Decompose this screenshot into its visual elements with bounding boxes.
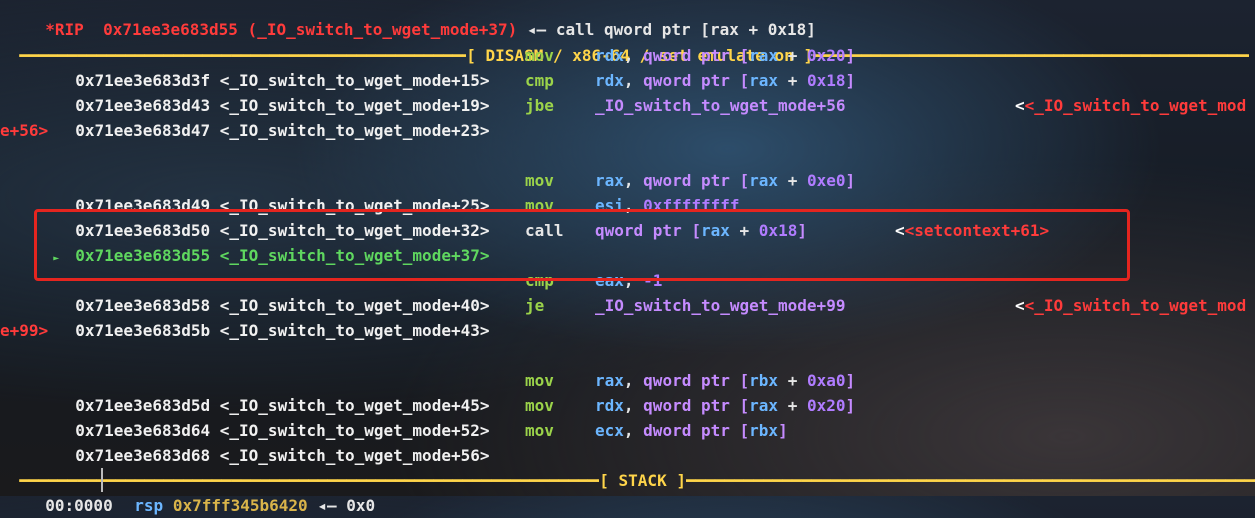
jump-comment-wrap: e+99>	[0, 321, 49, 340]
instruction-row[interactable]: 0x71ee3e683d43 <_IO_switch_to_wget_mode+…	[56, 68, 489, 115]
instr-address: 0x71ee3e683d47	[75, 121, 211, 140]
mnemonic: mov	[525, 46, 554, 65]
instruction-row[interactable]: 0x71ee3e683d49 <_IO_switch_to_wget_mode+…	[56, 168, 489, 215]
stack-arrow: ◂—	[307, 496, 347, 515]
instruction-row[interactable]: 0x71ee3e683d68 <_IO_switch_to_wget_mode+…	[56, 418, 489, 465]
mnemonic: mov	[525, 396, 554, 415]
stack-offset: 00:0000	[45, 496, 113, 515]
instruction-ops: mov	[525, 43, 554, 68]
instruction-row[interactable]: 0x71ee3e683d5b <_IO_switch_to_wget_mode+…	[56, 293, 489, 340]
instr-symbol: <_IO_switch_to_wget_mode+43>	[219, 321, 490, 340]
instruction-ops: jbe	[525, 93, 554, 118]
instruction-ops: mov	[525, 393, 554, 418]
instruction-operands: rdx, qword ptr [rax + 0x20]	[595, 46, 856, 65]
stack-row[interactable]: 00:0000	[26, 468, 112, 515]
disasm-header: ━━━━━━━━━━━━━━━━━━━━━━━━━━━━━━━━━━━━━━━━…	[0, 18, 1249, 65]
stack-header-title: [ STACK ]	[599, 471, 686, 490]
instruction-row[interactable]: 0x71ee3e683d64 <_IO_switch_to_wget_mode+…	[56, 393, 489, 440]
instruction-row[interactable]: 0x71ee3e683d47 <_IO_switch_to_wget_mode+…	[56, 93, 489, 140]
stack-address: 0x7fff345b6420	[172, 496, 308, 515]
mnemonic: mov	[525, 421, 554, 440]
mnemonic: jbe	[525, 96, 554, 115]
mnemonic: mov	[525, 171, 554, 190]
disasm-header-dashes-right: ━━━━━━━━━━━━━━━━━━━━━━━━━━━━━━━━━━━━━━━━…	[813, 46, 1249, 65]
instruction-operands: rax, qword ptr [rax + 0xe0]	[595, 171, 856, 190]
jump-comment: <<_IO_switch_to_wget_mod	[1015, 296, 1247, 315]
stack-register: rsp	[134, 496, 164, 515]
stack-divider	[101, 468, 103, 492]
instr-address: 0x71ee3e683d5b	[75, 321, 211, 340]
instruction-ops: mov	[525, 168, 554, 193]
mnemonic: cmp	[525, 71, 554, 90]
jump-target[interactable]: _IO_switch_to_wget_mode+99	[595, 293, 845, 318]
jump-target[interactable]: _IO_switch_to_wget_mode+56	[595, 93, 845, 118]
instr-symbol: <_IO_switch_to_wget_mode+23>	[219, 121, 490, 140]
instruction-ops: cmp	[525, 68, 554, 93]
mnemonic: mov	[525, 371, 554, 390]
highlight-box	[34, 209, 1130, 281]
instruction-ops: mov	[525, 418, 554, 443]
stack-header-dashes-right: ━━━━━━━━━━━━━━━━━━━━━━━━━━━━━━━━━━━━━━━━…	[685, 471, 1255, 490]
instruction-operands: ecx, dword ptr [rbx]	[595, 421, 788, 440]
stack-header: ━━━━━━━━━━━━━━━━━━━━━━━━━━━━━━━━━━━━━━━━…	[0, 443, 1255, 490]
instruction-operands: rdx, qword ptr [rax + 0x20]	[595, 396, 856, 415]
jump-comment: <<_IO_switch_to_wget_mod	[1015, 96, 1247, 115]
mnemonic: je	[525, 296, 545, 315]
instruction-ops: je	[525, 293, 544, 318]
instruction-operands: rax, qword ptr [rbx + 0xa0]	[595, 371, 856, 390]
stack-entry: rsp 0x7fff345b6420 ◂— 0x0	[115, 468, 375, 515]
stack-value: 0x0	[346, 496, 376, 515]
rip-line: *RIP 0x71ee3e683d55 (_IO_switch_to_wget_…	[26, 0, 816, 39]
jump-comment-wrap: e+56>	[0, 121, 49, 140]
instruction-row[interactable]: 0x71ee3e683d5d <_IO_switch_to_wget_mode+…	[56, 368, 489, 415]
instruction-operands: rdx, qword ptr [rax + 0x18]	[595, 71, 856, 90]
instruction-ops: mov	[525, 368, 554, 393]
instruction-row[interactable]: 0x71ee3e683d3f <_IO_switch_to_wget_mode+…	[56, 43, 489, 90]
